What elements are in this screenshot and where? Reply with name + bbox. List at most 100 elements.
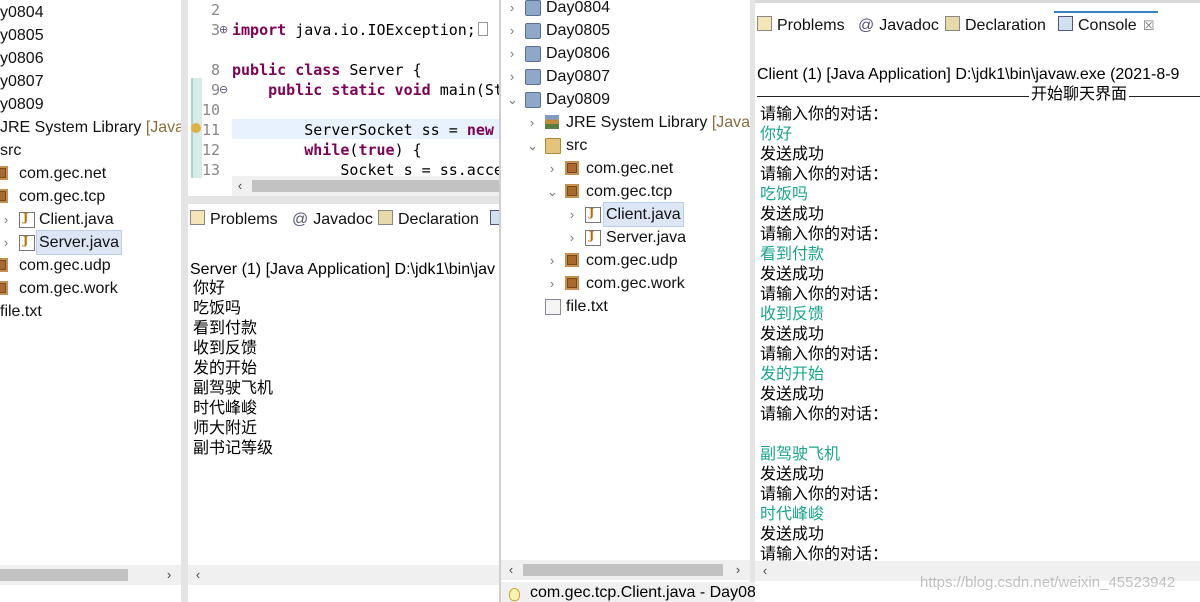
tree-file-client[interactable]: › J Client.java <box>501 202 750 227</box>
tree-file-server[interactable]: › J Server.java <box>501 226 750 249</box>
chevron-right-icon[interactable]: › <box>567 203 577 226</box>
chevron-right-icon[interactable]: › <box>507 19 517 42</box>
tree-label: Day0809 <box>546 91 611 108</box>
tree-file-txt[interactable]: file.txt <box>501 295 750 318</box>
tree-jre-library[interactable]: JRE System Library [JavaS <box>0 116 181 139</box>
tab-javadoc[interactable]: @ Javadoc <box>858 13 939 39</box>
chevron-left-icon[interactable]: ‹ <box>757 561 773 581</box>
tree-package-work[interactable]: com.gec.work <box>0 277 181 300</box>
server-console-scrollbar[interactable]: ‹ <box>188 565 500 585</box>
package-icon <box>0 258 8 272</box>
output-line: 发送成功 <box>760 266 825 283</box>
tree-label: y0805 <box>0 27 44 44</box>
chevron-left-icon[interactable]: ‹ <box>503 560 519 580</box>
chevron-right-icon[interactable]: › <box>507 42 517 65</box>
tree-package-net[interactable]: › com.gec.net <box>501 157 750 180</box>
left-horizontal-scrollbar[interactable]: › <box>0 565 181 585</box>
java-file-icon: J <box>19 234 35 251</box>
tree-package-net[interactable]: com.gec.net <box>0 162 181 185</box>
tab-label: Problems <box>210 211 278 228</box>
tab-declaration[interactable]: Declaration <box>378 207 479 233</box>
chevron-right-icon[interactable]: › <box>567 226 577 249</box>
chevron-right-icon[interactable]: › <box>1 231 11 254</box>
output-line: 请输入你的对话： <box>760 546 889 561</box>
chevron-left-icon[interactable]: ‹ <box>232 176 248 196</box>
tree-label: com.gec.udp <box>19 257 111 274</box>
tree-package-udp[interactable]: › com.gec.udp <box>501 249 750 272</box>
divider <box>188 196 500 204</box>
tree-project-day0804[interactable]: › Day0804 <box>501 0 750 19</box>
chevron-right-icon[interactable]: › <box>547 272 557 295</box>
line-number: 3 <box>210 21 220 39</box>
scroll-thumb[interactable] <box>252 180 500 192</box>
code-text: main(St <box>430 81 500 99</box>
project-icon <box>525 92 541 108</box>
tree-project-day0805[interactable]: › Day0805 <box>501 19 750 42</box>
tree-file-server[interactable]: › J Server.java <box>0 230 181 255</box>
tree-package-udp[interactable]: com.gec.udp <box>0 254 181 277</box>
chevron-right-icon[interactable]: › <box>547 249 557 272</box>
chevron-right-icon[interactable]: › <box>1 208 11 231</box>
project-icon <box>525 69 541 85</box>
user-input-line: 吃饭吗 <box>760 186 809 203</box>
output-line: 发送成功 <box>760 386 825 403</box>
tree-project-0805[interactable]: y0805 <box>0 24 181 47</box>
tab-problems[interactable]: Problems <box>190 207 278 233</box>
code-editor[interactable]: 2 3 ⊕ import java.io.IOException; 8 publ… <box>188 0 500 196</box>
output-line: 发送成功 <box>760 326 825 343</box>
project-icon <box>525 23 541 39</box>
banner-rule <box>757 96 1200 97</box>
chevron-left-icon[interactable]: ‹ <box>190 565 206 585</box>
chevron-right-icon[interactable]: › <box>527 111 537 134</box>
tree-src-folder[interactable]: ⌄ src <box>501 134 750 157</box>
tab-console[interactable]: Console ☒ <box>1054 11 1159 39</box>
chevron-down-icon[interactable]: ⌄ <box>547 180 558 203</box>
code-text: Server { <box>340 61 422 79</box>
tree-file-client[interactable]: › J Client.java <box>0 208 181 231</box>
tree-package-work[interactable]: › com.gec.work <box>501 272 750 295</box>
expand-fold-icon[interactable]: ⊕ <box>219 20 228 40</box>
tab-javadoc[interactable]: @ Javadoc <box>292 207 373 233</box>
folded-code-icon[interactable] <box>477 22 488 36</box>
tree-project-0807[interactable]: y0807 <box>0 70 181 93</box>
chevron-down-icon[interactable]: ⌄ <box>527 134 538 157</box>
chevron-right-icon[interactable]: › <box>730 560 746 580</box>
tree-project-0809[interactable]: y0809 <box>0 93 181 116</box>
package-icon <box>565 276 579 290</box>
tree-label: Client.java <box>603 202 684 227</box>
tree-project-day0806[interactable]: › Day0806 <box>501 42 750 65</box>
output-line: 你好 <box>193 280 226 297</box>
tree-src-folder[interactable]: src <box>0 139 181 162</box>
tab-declaration[interactable]: Declaration <box>945 13 1046 39</box>
package-icon <box>0 281 8 295</box>
tree-jre-library[interactable]: › JRE System Library [JavaS <box>501 111 750 134</box>
tree-project-0806[interactable]: y0806 <box>0 47 181 70</box>
collapse-fold-icon[interactable]: ⊖ <box>219 80 228 100</box>
tree-label: Day0805 <box>546 22 611 39</box>
chevron-right-icon[interactable]: › <box>507 65 517 88</box>
tree-project-day0809[interactable]: ⌄ Day0809 <box>501 88 750 111</box>
code-line-import: import java.io.IOException; <box>232 20 488 40</box>
editor-horizontal-scrollbar[interactable]: ‹ <box>232 176 500 196</box>
line-number: 9 <box>210 81 220 99</box>
tree-label: Day0804 <box>546 0 611 16</box>
tree-project-day0807[interactable]: › Day0807 <box>501 65 750 88</box>
chevron-right-icon[interactable]: › <box>507 0 517 19</box>
jre-suffix: [JavaS <box>711 114 750 131</box>
scroll-thumb[interactable] <box>0 569 128 581</box>
tree-package-tcp[interactable]: ⌄ com.gec.tcp <box>501 180 750 203</box>
chevron-right-icon[interactable]: › <box>547 157 557 180</box>
right-tree-horizontal-scrollbar[interactable]: ‹ › <box>501 560 750 580</box>
tab-problems[interactable]: Problems <box>757 13 845 39</box>
user-input-line: 时代峰峻 <box>760 506 825 523</box>
user-input-line: 看到付款 <box>760 246 825 263</box>
left-package-explorer: y0804 y0805 y0806 y0807 y0809 JRE System… <box>0 0 181 588</box>
declaration-icon <box>378 210 393 225</box>
chevron-down-icon[interactable]: ⌄ <box>507 88 518 111</box>
close-icon[interactable]: ☒ <box>1143 18 1155 33</box>
scroll-thumb[interactable] <box>523 564 723 576</box>
tree-package-tcp[interactable]: com.gec.tcp <box>0 185 181 208</box>
tree-file-txt[interactable]: file.txt <box>0 300 181 323</box>
chevron-right-icon[interactable]: › <box>161 565 177 585</box>
tree-project-0804[interactable]: y0804 <box>0 1 181 24</box>
